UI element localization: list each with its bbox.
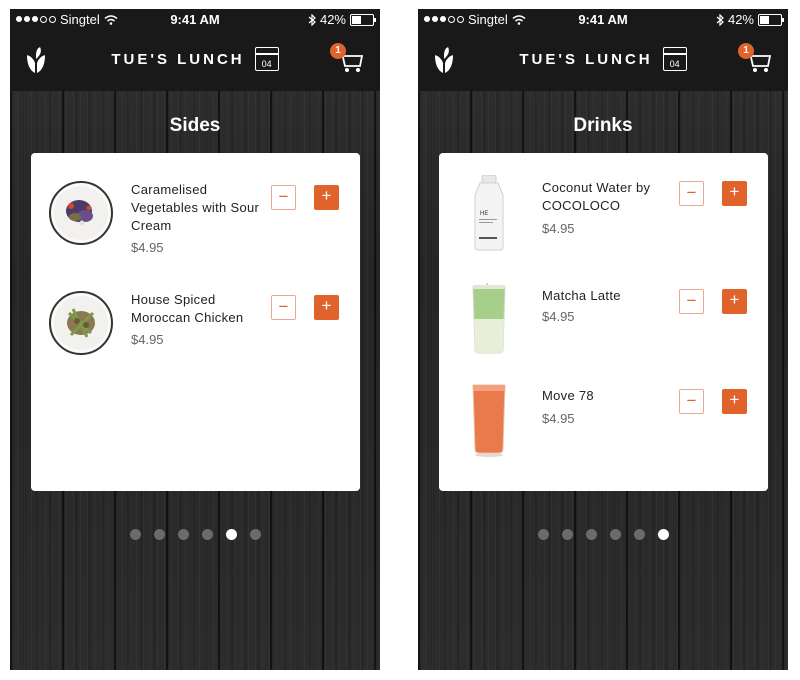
- battery-percent: 42%: [727, 12, 754, 27]
- coconut-water-bottle-icon: HE: [474, 175, 504, 251]
- calendar-icon[interactable]: 04: [254, 47, 279, 71]
- page-dot[interactable]: [129, 529, 141, 540]
- page-title: TUE'S LUNCH: [519, 50, 653, 68]
- page-dot[interactable]: [201, 529, 213, 540]
- page-dot[interactable]: [177, 529, 189, 540]
- increase-quantity-button[interactable]: +: [722, 389, 747, 414]
- menu-card: HE Coconut Water by COCOLOCO $4.95 − + M…: [439, 153, 768, 491]
- increase-quantity-button[interactable]: +: [314, 295, 339, 320]
- item-name: Coconut Water by COCOLOCO: [542, 180, 651, 213]
- decrease-quantity-button[interactable]: −: [271, 295, 296, 320]
- caramelised-vegetables-plate-icon: [49, 181, 113, 245]
- cart-button[interactable]: 1: [738, 43, 772, 75]
- page-indicator: [10, 529, 380, 540]
- app-header: Singtel 9:41 AM 42% TUE'S LUNCH 04 1: [10, 9, 380, 91]
- increase-quantity-button[interactable]: +: [722, 289, 747, 314]
- decrease-quantity-button[interactable]: −: [271, 185, 296, 210]
- matcha-latte-glass-icon: [472, 283, 506, 354]
- phone-screen-sides: Singtel 9:41 AM 42% TUE'S LUNCH 04 1 Sid…: [10, 9, 380, 670]
- item-price: $4.95: [131, 240, 164, 255]
- page-dot[interactable]: [561, 529, 573, 540]
- phone-screen-drinks: Singtel 9:41 AM 42% TUE'S LUNCH 04 1 Dri…: [418, 9, 788, 670]
- status-bar: Singtel 9:41 AM 42%: [10, 9, 380, 31]
- app-header: Singtel 9:41 AM 42% TUE'S LUNCH 04 1: [418, 9, 788, 91]
- page-dot[interactable]: [657, 529, 669, 540]
- page-dot[interactable]: [609, 529, 621, 540]
- page-dot[interactable]: [249, 529, 261, 540]
- increase-quantity-button[interactable]: +: [722, 181, 747, 206]
- battery-percent: 42%: [319, 12, 346, 27]
- page-dot[interactable]: [585, 529, 597, 540]
- status-bar: Singtel 9:41 AM 42%: [418, 9, 788, 31]
- decrease-quantity-button[interactable]: −: [679, 389, 704, 414]
- battery-fill: [760, 15, 770, 24]
- calendar-icon[interactable]: 04: [662, 47, 687, 71]
- page-dot[interactable]: [537, 529, 549, 540]
- item-name: Move 78: [542, 388, 594, 403]
- page-dot[interactable]: [633, 529, 645, 540]
- battery-icon: [350, 13, 376, 26]
- increase-quantity-button[interactable]: +: [314, 185, 339, 210]
- decrease-quantity-button[interactable]: −: [679, 181, 704, 206]
- item-price: $4.95: [542, 411, 575, 426]
- cart-badge: 1: [738, 43, 754, 59]
- menu-card: Caramelised Vegetables with Sour Cream $…: [31, 153, 360, 491]
- page-dot[interactable]: [225, 529, 237, 540]
- calendar-day: 04: [669, 59, 680, 69]
- cart-button[interactable]: 1: [330, 43, 364, 75]
- battery-icon: [758, 13, 784, 26]
- battery-fill: [352, 15, 362, 24]
- page-dot[interactable]: [153, 529, 165, 540]
- item-price: $4.95: [542, 221, 575, 236]
- svg-text:HE: HE: [480, 211, 488, 217]
- moroccan-chicken-plate-icon: [49, 291, 113, 355]
- item-price: $4.95: [542, 309, 575, 324]
- page-indicator: [418, 529, 788, 540]
- section-heading: Sides: [169, 115, 221, 136]
- decrease-quantity-button[interactable]: −: [679, 289, 704, 314]
- bluetooth-icon: [308, 13, 316, 26]
- cart-badge: 1: [330, 43, 346, 59]
- item-name: House Spiced Moroccan Chicken: [131, 292, 244, 325]
- item-price: $4.95: [131, 332, 164, 347]
- calendar-day: 04: [261, 59, 272, 69]
- page-title: TUE'S LUNCH: [111, 50, 245, 68]
- bluetooth-icon: [716, 13, 724, 26]
- item-name: Caramelised Vegetables with Sour Cream: [131, 182, 260, 233]
- section-heading: Drinks: [573, 115, 633, 136]
- juice-glass-icon: [472, 384, 506, 457]
- item-name: Matcha Latte: [542, 288, 621, 303]
